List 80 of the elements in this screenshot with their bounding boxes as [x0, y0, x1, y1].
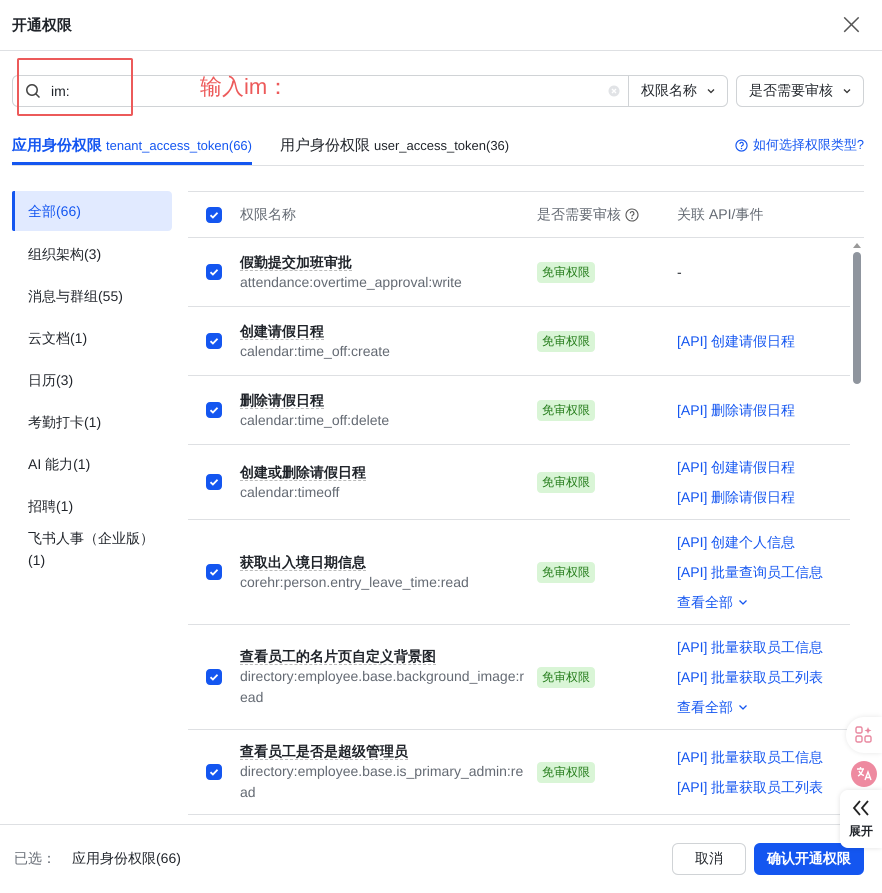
api-link[interactable]: [API] 批量获取员工信息 — [677, 636, 824, 658]
sidebar-item[interactable]: 招聘(1) — [12, 485, 172, 527]
permission-name: 删除请假日程 — [240, 392, 324, 408]
row-checkbox[interactable] — [206, 474, 222, 490]
row-checkbox[interactable] — [206, 333, 222, 349]
column-header: 关联 API/事件 — [677, 206, 764, 224]
filter-dropdown[interactable]: 权限名称 — [628, 76, 727, 106]
permission-scope: calendar:time_off:delete — [240, 410, 390, 430]
api-link[interactable]: [API] 删除请假日程 — [677, 486, 796, 508]
double-chevron-icon — [851, 798, 871, 816]
review-tag: 免审权限 — [537, 330, 595, 352]
cancel-button[interactable]: 取消 — [672, 843, 746, 875]
row-checkbox[interactable] — [206, 264, 222, 280]
review-tag: 免审权限 — [537, 666, 595, 688]
scroll-up-icon[interactable] — [853, 242, 861, 248]
api-link[interactable]: [API] 批量获取员工列表 — [677, 666, 824, 688]
permission-name: 查看员工的名片页自定义背景图 — [240, 648, 436, 665]
sidebar-item[interactable]: 全部(66) — [12, 191, 172, 231]
checkmark-icon — [208, 671, 220, 683]
api-link[interactable]: [API] 批量获取员工列表 — [677, 776, 824, 798]
review-tag: 免审权限 — [537, 762, 595, 782]
filter-dropdown[interactable]: 是否需要审核 — [736, 75, 864, 107]
row-checkbox[interactable] — [206, 402, 222, 418]
permission-scope: directory:employee.base.background_image:read — [240, 667, 526, 707]
row-checkbox[interactable] — [206, 564, 222, 580]
api-link[interactable]: [API] 创建个人信息 — [677, 531, 796, 553]
sidebar-item[interactable]: 消息与群组(55) — [12, 275, 172, 317]
select-all-checkbox[interactable] — [206, 206, 222, 222]
sidebar-item[interactable]: 飞书人事（企业版）(1) — [12, 527, 172, 571]
search-icon — [25, 83, 41, 99]
permission-scope: attendance:overtime_approval:write — [240, 272, 463, 292]
sidebar-item[interactable]: 日历(3) — [12, 359, 172, 401]
close-button[interactable]: × — [832, 10, 870, 40]
column-header: 是否需要审核 — [537, 206, 621, 224]
checkmark-icon — [208, 266, 220, 278]
permission-scope: corehr:person.entry_leave_time:read — [240, 572, 470, 592]
permission-name: 查看员工是否是超级管理员 — [240, 743, 408, 760]
empty-value: - — [677, 263, 682, 282]
expand-button[interactable]: 展开 — [840, 790, 882, 848]
permission-name: 创建或删除请假日程 — [240, 464, 366, 480]
sidebar-item[interactable]: 组织架构(3) — [12, 233, 172, 275]
selected-label: 已选： — [14, 850, 56, 868]
permission-name: 获取出入境日期信息 — [240, 554, 366, 570]
api-link[interactable]: [API] 创建请假日程 — [677, 456, 796, 478]
dialog-title: 开通权限 — [12, 16, 73, 34]
review-tag: 免审权限 — [537, 472, 595, 492]
sidebar-item[interactable]: AI 能力(1) — [12, 443, 172, 485]
permission-scope: directory:employee.base.is_primary_admin:read — [240, 762, 524, 802]
review-tag: 免审权限 — [537, 400, 595, 420]
view-all-link[interactable]: 查看全部 — [677, 591, 749, 613]
permission-scope: calendar:time_off:create — [240, 342, 391, 361]
sidebar-item[interactable]: 考勤打卡(1) — [12, 401, 172, 443]
permission-scope: calendar:timeoff — [240, 482, 340, 502]
api-link[interactable]: [API] 批量获取员工信息 — [677, 746, 824, 768]
tab[interactable]: 用户身份权限 user_access_token(36) — [280, 125, 510, 165]
sidebar-item[interactable]: 云文档(1) — [12, 317, 172, 359]
scrollbar-thumb[interactable] — [853, 252, 861, 384]
row-checkbox[interactable] — [206, 669, 222, 685]
permission-name: 创建请假日程 — [240, 322, 324, 340]
checkmark-icon — [208, 476, 220, 488]
help-icon[interactable] — [625, 208, 639, 222]
row-checkbox[interactable] — [206, 764, 222, 780]
api-link[interactable]: [API] 批量查询员工信息 — [677, 561, 824, 583]
help-icon[interactable] — [734, 138, 748, 152]
confirm-button[interactable]: 确认开通权限 — [754, 843, 864, 875]
checkmark-icon — [208, 404, 220, 416]
checkmark-icon — [208, 335, 220, 347]
selected-value: 应用身份权限(66) — [72, 850, 181, 868]
checkmark-icon — [208, 766, 220, 778]
view-all-link[interactable]: 查看全部 — [677, 696, 749, 718]
column-header: 权限名称 — [240, 206, 296, 222]
api-link[interactable]: [API] 创建请假日程 — [677, 330, 796, 352]
api-link[interactable]: [API] 删除请假日程 — [677, 399, 796, 421]
annotation-text: 输入im： — [200, 73, 290, 101]
help-link[interactable]: 如何选择权限类型? — [752, 136, 864, 154]
tab[interactable]: 应用身份权限 tenant_access_token(66) — [12, 125, 252, 165]
checkmark-icon — [208, 566, 220, 578]
permission-name: 假勤提交加班审批 — [240, 254, 352, 270]
review-tag: 免审权限 — [537, 262, 595, 282]
review-tag: 免审权限 — [537, 562, 595, 582]
